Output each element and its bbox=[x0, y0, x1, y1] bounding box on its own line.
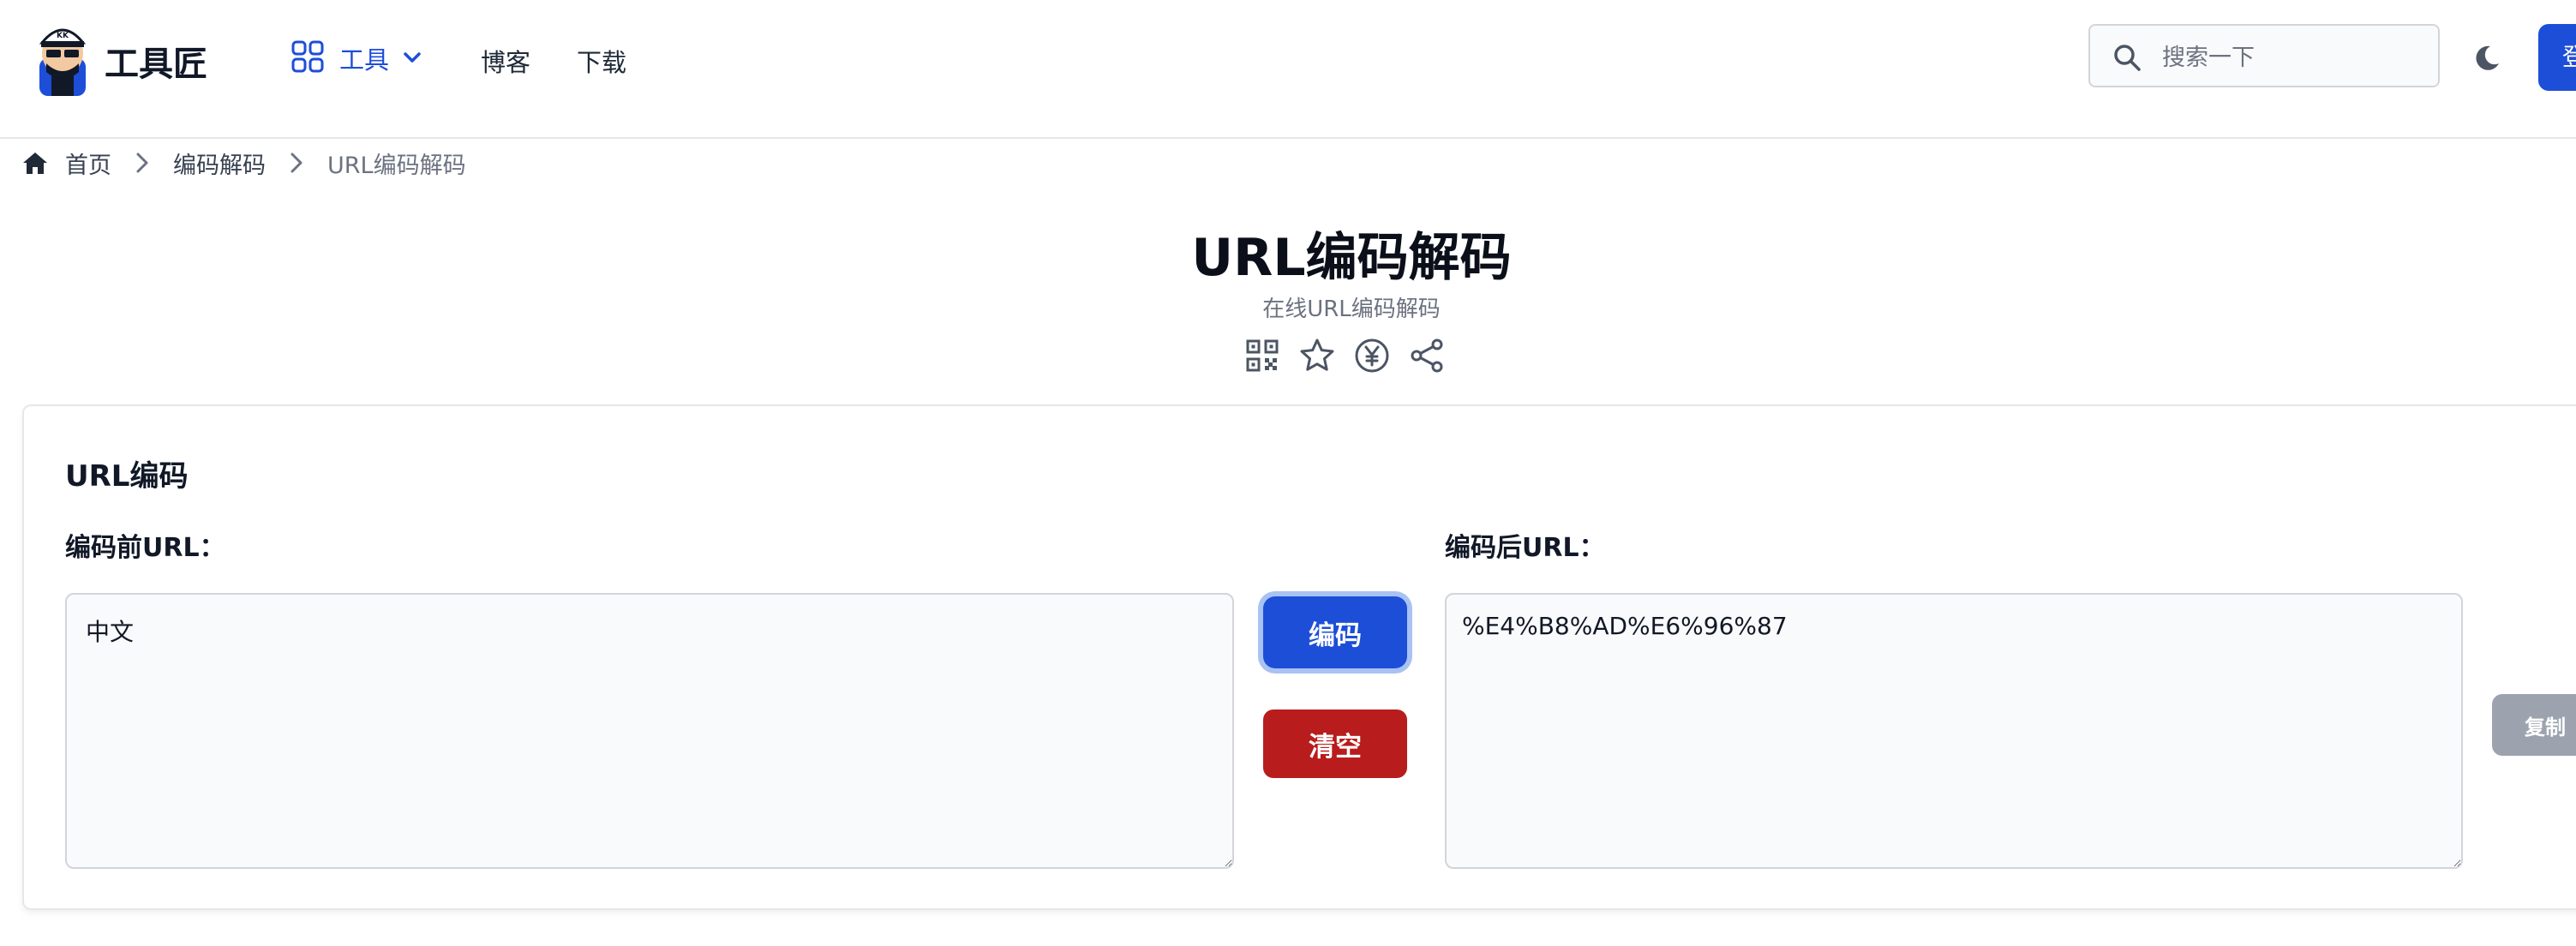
top-header: KK 工具匠 工具 博客 下载 搜索一下 登 bbox=[0, 0, 2576, 139]
encode-button[interactable]: 编码 bbox=[1263, 596, 1407, 668]
search-input[interactable] bbox=[2160, 38, 2421, 77]
chevron-right-icon bbox=[290, 152, 303, 174]
search-icon bbox=[2114, 45, 2141, 71]
clear-button[interactable]: 清空 bbox=[1263, 710, 1407, 778]
input-label: 编码前URL： bbox=[65, 533, 225, 563]
breadcrumb: 首页 编码解码 URL编码解码 bbox=[22, 146, 466, 180]
page-subtitle: 在线URL编码解码 bbox=[1262, 296, 1441, 322]
nav-download-link[interactable]: 下载 bbox=[577, 43, 626, 79]
breadcrumb-current: URL编码解码 bbox=[327, 152, 466, 179]
star-icon[interactable] bbox=[1299, 338, 1335, 374]
output-url-textarea[interactable]: %E4%B8%AD%E6%96%87 bbox=[1445, 593, 2463, 869]
svg-text:KK: KK bbox=[57, 32, 69, 40]
moon-icon bbox=[2476, 45, 2499, 70]
home-icon[interactable] bbox=[22, 151, 48, 175]
login-button[interactable]: 登 bbox=[2538, 24, 2576, 91]
logo[interactable]: KK bbox=[34, 19, 91, 96]
copy-button[interactable]: 复制 bbox=[2492, 694, 2576, 756]
output-label: 编码后URL： bbox=[1445, 533, 1605, 563]
chevron-down-icon bbox=[403, 51, 422, 67]
card-title: URL编码 bbox=[65, 459, 189, 494]
breadcrumb-category[interactable]: 编码解码 bbox=[173, 147, 266, 180]
share-icon[interactable] bbox=[1409, 338, 1445, 374]
nav-blog-link[interactable]: 博客 bbox=[481, 43, 530, 79]
page-title: URL编码解码 bbox=[1191, 228, 1512, 288]
brand-name[interactable]: 工具匠 bbox=[105, 36, 207, 86]
url-encode-card: URL编码 编码前URL： 中文 编码 清空 编码后URL： %E4%B8%AD… bbox=[22, 404, 2576, 910]
chevron-right-icon bbox=[135, 152, 149, 174]
breadcrumb-home[interactable]: 首页 bbox=[65, 147, 111, 180]
nav-tools-label: 工具 bbox=[339, 45, 390, 75]
search-box bbox=[2088, 24, 2440, 87]
qrcode-icon[interactable] bbox=[1244, 338, 1280, 374]
dark-mode-toggle[interactable] bbox=[2471, 43, 2502, 77]
input-url-textarea[interactable]: 中文 bbox=[65, 593, 1234, 869]
yuan-icon[interactable] bbox=[1354, 338, 1390, 374]
nav-tools-dropdown[interactable]: 工具 bbox=[291, 38, 422, 79]
page-actions bbox=[1244, 338, 1445, 374]
grid-icon bbox=[291, 40, 324, 76]
